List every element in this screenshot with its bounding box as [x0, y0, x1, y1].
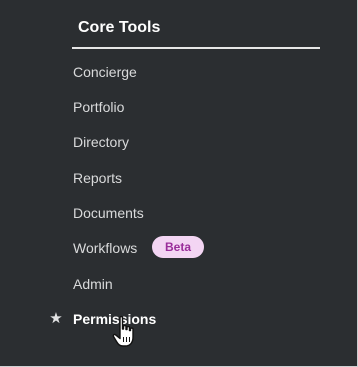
menu-item-documents[interactable]: Documents — [73, 201, 144, 225]
menu-item-workflows[interactable]: Workflows — [73, 236, 137, 260]
menu-item-portfolio[interactable]: Portfolio — [73, 95, 124, 119]
hand-pointer-icon — [112, 315, 134, 347]
menu-item-concierge[interactable]: Concierge — [73, 60, 137, 84]
menu-item-admin[interactable]: Admin — [73, 272, 113, 296]
star-icon[interactable]: ★ — [47, 307, 65, 331]
heading-divider — [72, 47, 320, 49]
core-tools-menu: Core Tools Concierge Portfolio Directory… — [0, 0, 358, 367]
menu-item-directory[interactable]: Directory — [73, 130, 129, 154]
core-tools-heading: Core Tools — [78, 19, 161, 36]
beta-badge: Beta — [152, 236, 205, 258]
menu-item-reports[interactable]: Reports — [73, 166, 122, 190]
